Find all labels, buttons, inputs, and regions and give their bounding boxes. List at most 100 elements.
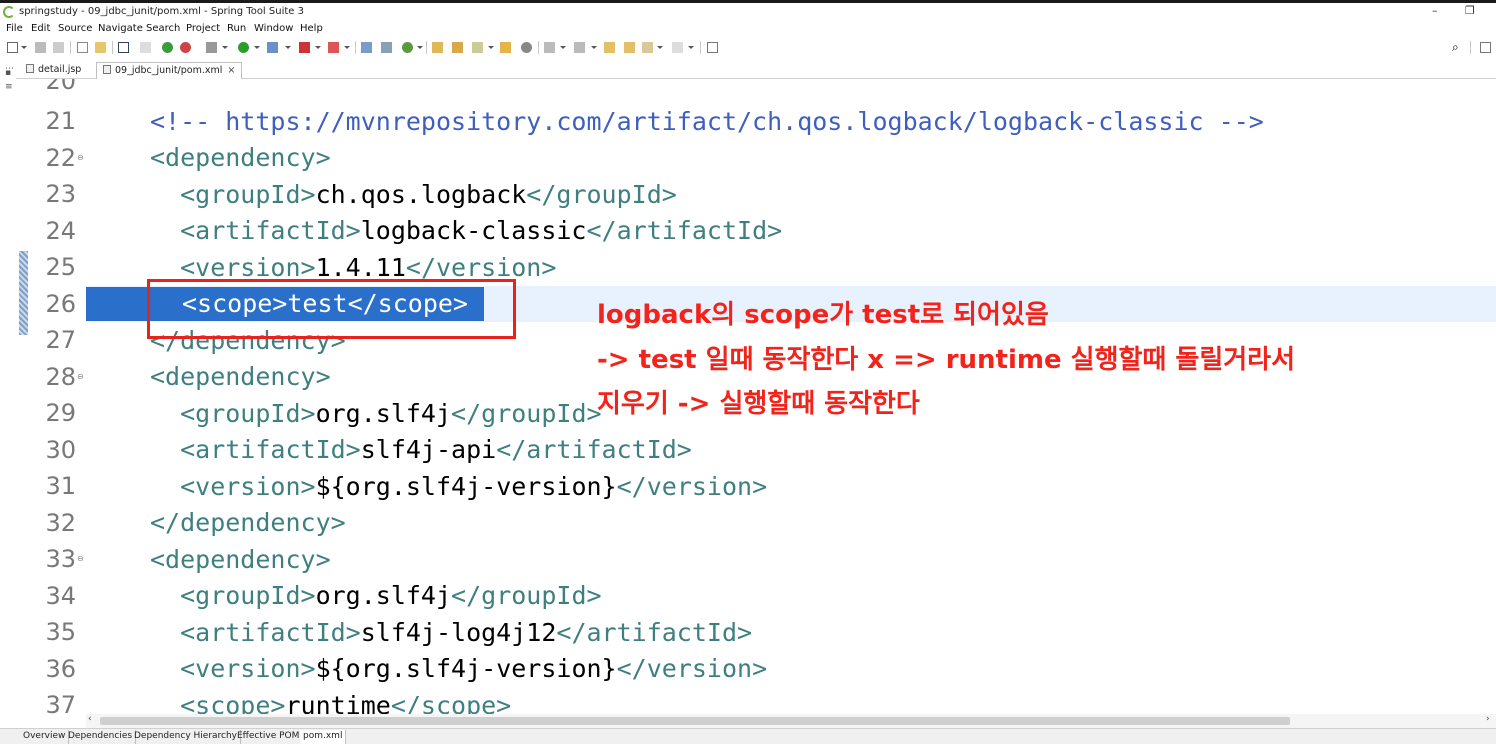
forward-icon[interactable] [672,42,683,53]
code-line-30: <artifactId>slf4j-api</artifactId> [150,435,692,464]
line-number: 24 [45,217,76,245]
fold-icon[interactable]: ⊖ [77,554,84,563]
save-all-icon[interactable] [53,42,64,53]
spring-tool-suite-icon [3,6,15,18]
open-type-icon[interactable] [95,42,106,53]
horizontal-scrollbar[interactable]: ‹ › [86,714,1496,728]
annotation-icon[interactable] [500,42,511,53]
line-number: 23 [45,180,76,208]
next-annotation-icon[interactable] [544,42,555,53]
code-line-31: <version>${org.slf4j-version}</version> [150,472,768,501]
code-line-28: <dependency> [150,362,331,391]
menu-run[interactable]: Run [227,23,246,34]
new-package-icon[interactable] [381,42,392,53]
open-folder-icon[interactable] [432,42,443,53]
save-icon[interactable] [35,42,46,53]
annotation-line-2: -> test 일때 동작한다 x => runtime 실행할때 돌릴거라서 [597,345,1296,375]
skip-breakpoints-icon[interactable] [140,42,151,53]
line-number: 35 [45,618,76,646]
line-number: 37 [45,691,76,714]
line-number: 32 [45,509,76,537]
debug-icon[interactable] [206,42,217,53]
chevron-down-icon[interactable] [417,46,423,49]
menu-search[interactable]: Search [146,23,180,34]
scroll-right-icon[interactable]: › [1486,714,1490,724]
chevron-down-icon[interactable] [344,46,350,49]
open-task-icon[interactable] [452,42,463,53]
menu-window[interactable]: Window [254,23,293,34]
pen-icon[interactable] [472,42,483,53]
toolbar: ⌕ [0,38,1496,58]
back-icon[interactable] [642,42,653,53]
server-stop-icon[interactable] [180,42,191,53]
editor-tab-bar: detail.jsp 09_jdbc_junit/pom.xml × [16,62,1496,79]
fold-icon[interactable]: ⊖ [77,372,84,381]
external-tools-icon[interactable] [267,42,278,53]
search-icon[interactable]: ⌕ [1452,40,1463,54]
code-line-37: <scope>runtime</scope> [150,691,512,714]
search-tool-icon[interactable] [521,42,532,53]
left-minimized-views: ⋯ ▪ ≡ [0,62,16,722]
menu-project[interactable]: Project [186,23,220,34]
menu-navigate[interactable]: Navigate [98,23,143,34]
package-explorer-icon[interactable]: ▪ [5,68,11,78]
line-number: 20 [45,79,76,95]
chevron-down-icon[interactable] [315,46,321,49]
fold-icon[interactable]: ⊖ [77,153,84,162]
deploy-icon[interactable] [328,42,339,53]
line-number: 31 [45,472,76,500]
menu-help[interactable]: Help [300,23,323,34]
code-line-34: <groupId>org.slf4j</groupId> [150,581,602,610]
menu-edit[interactable]: Edit [31,23,50,34]
jsp-file-icon [26,64,34,73]
close-icon[interactable]: × [227,65,235,76]
chevron-down-icon[interactable] [688,46,694,49]
chevron-down-icon[interactable] [560,46,566,49]
chevron-down-icon[interactable] [285,46,291,49]
annotation-highlight-box [147,279,516,339]
tab-pom-xml[interactable]: 09_jdbc_junit/pom.xml × [96,62,243,79]
run-icon[interactable] [238,42,249,53]
tab-detail-jsp[interactable]: detail.jsp [20,62,87,79]
print-icon[interactable] [77,42,88,53]
pin-editor-icon[interactable] [707,42,718,53]
last-edit-icon[interactable] [604,42,615,53]
chevron-down-icon[interactable] [488,46,494,49]
new-class-icon[interactable] [402,42,413,53]
minimize-button[interactable]: – [1432,4,1438,17]
maven-file-icon [103,65,111,74]
code-line-24: <artifactId>logback-classic</artifactId> [150,216,783,245]
new-icon[interactable] [7,42,18,53]
back-history-icon[interactable] [624,42,635,53]
tab-overview[interactable]: Overview [20,730,70,744]
tab-pom-xml-source[interactable]: pom.xml [300,730,347,744]
menu-source[interactable]: Source [58,23,92,34]
tab-dependencies[interactable]: Dependencies [65,730,137,744]
outline-icon[interactable]: ≡ [5,82,13,92]
chevron-down-icon[interactable] [222,46,228,49]
tab-effective-pom[interactable]: Effective POM [234,730,304,744]
scrollbar-thumb[interactable] [100,717,1290,725]
line-number: 28 [45,363,76,391]
stop-icon[interactable] [299,42,310,53]
previous-annotation-icon[interactable] [574,42,585,53]
tab-label: detail.jsp [38,64,82,75]
line-number: 36 [45,655,76,683]
code-line-29: <groupId>org.slf4j</groupId> [150,399,602,428]
line-number: 34 [45,582,76,610]
restore-button[interactable]: ❐ [1465,4,1475,17]
tab-dependency-hierarchy[interactable]: Dependency Hierarchy [131,730,242,744]
new-java-project-icon[interactable] [361,42,372,53]
menu-file[interactable]: File [6,23,23,34]
chevron-down-icon[interactable] [254,46,260,49]
server-start-icon[interactable] [162,42,173,53]
pom-editor-page-tabs: Overview Dependencies Dependency Hierarc… [0,728,1496,744]
annotation-line-3: 지우기 -> 실행할때 동작한다 [597,389,920,419]
code-line-23: <groupId>ch.qos.logback</groupId> [150,180,677,209]
terminal-icon[interactable] [118,42,129,53]
chevron-down-icon[interactable] [21,46,27,49]
scroll-left-icon[interactable]: ‹ [88,714,92,724]
chevron-down-icon[interactable] [591,46,597,49]
chevron-down-icon[interactable] [657,46,663,49]
perspective-icon[interactable] [1480,42,1491,53]
